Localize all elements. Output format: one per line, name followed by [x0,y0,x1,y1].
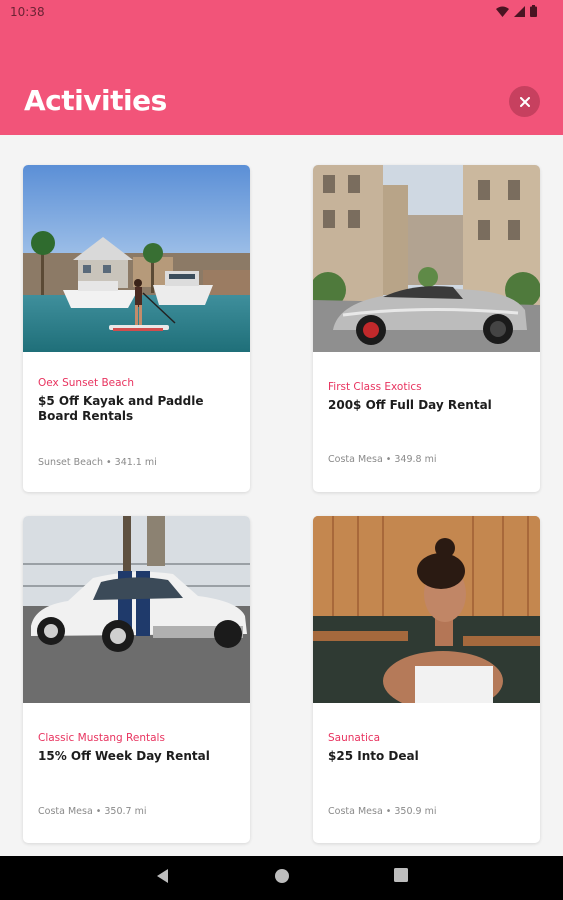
offer-title: $5 Off Kayak and Paddle Board Rentals [38,394,204,423]
close-icon [519,96,530,107]
status-icons [496,5,537,17]
app-header: 10:38 Activities [0,0,563,135]
card-body: First Class Exotics 200$ Off Full Day Re… [313,352,540,492]
activity-card[interactable]: Oex Sunset Beach $5 Off Kayak and Paddle… [23,165,250,492]
system-nav-bar [0,856,563,900]
card-meta: Sunset Beach • 341.1 mi [38,457,157,468]
battery-icon [530,5,537,17]
vendor-name: Classic Mustang Rentals [38,732,165,744]
location: Costa Mesa [38,806,93,817]
page-title: Activities [24,84,167,117]
status-bar: 10:38 [0,0,563,24]
location: Costa Mesa [328,806,383,817]
card-meta: Costa Mesa • 349.8 mi [328,454,437,465]
card-body: Saunatica $25 Into Deal Costa Mesa • 350.9… [313,703,540,843]
offer-title: 15% Off Week Day Rental [38,749,210,763]
card-meta: Costa Mesa • 350.7 mi [38,806,147,817]
card-body: Classic Mustang Rentals 15% Off Week Day… [23,703,250,843]
separator-dot: • [106,457,112,468]
activity-image-sports-car [313,165,540,352]
separator-dot: • [385,806,392,817]
offer-title: 200$ Off Full Day Rental [328,398,492,412]
activity-image-sauna [313,516,540,703]
activities-list[interactable]: Oex Sunset Beach $5 Off Kayak and Paddle… [0,135,563,855]
distance: 341.1 mi [114,457,157,468]
distance: 349.8 mi [394,454,437,465]
location: Costa Mesa [328,454,383,465]
separator-dot: • [385,454,392,465]
activity-image-mustang [23,516,250,703]
activity-card[interactable]: Classic Mustang Rentals 15% Off Week Day… [23,516,250,843]
activity-card[interactable]: First Class Exotics 200$ Off Full Day Re… [313,165,540,492]
activity-card[interactable]: Saunatica $25 Into Deal Costa Mesa • 350.9… [313,516,540,843]
status-time: 10:38 [10,5,45,19]
home-icon[interactable] [274,868,290,884]
activity-image-paddleboard [23,165,250,352]
wifi-icon [496,6,509,17]
back-icon[interactable] [155,868,169,884]
separator-dot: • [95,806,102,817]
offer-title: $25 Into Deal [328,749,419,763]
card-meta: Costa Mesa • 350.9 mi [328,806,437,817]
close-button[interactable] [509,86,540,117]
distance: 350.7 mi [104,806,147,817]
signal-icon [514,5,525,17]
card-body: Oex Sunset Beach $5 Off Kayak and Paddle… [23,352,250,492]
vendor-name: Saunatica [328,732,381,744]
distance: 350.9 mi [394,806,437,817]
location: Sunset Beach [38,457,104,468]
recents-icon[interactable] [394,868,408,882]
vendor-name: Oex Sunset Beach [38,377,134,389]
vendor-name: First Class Exotics [328,381,422,393]
